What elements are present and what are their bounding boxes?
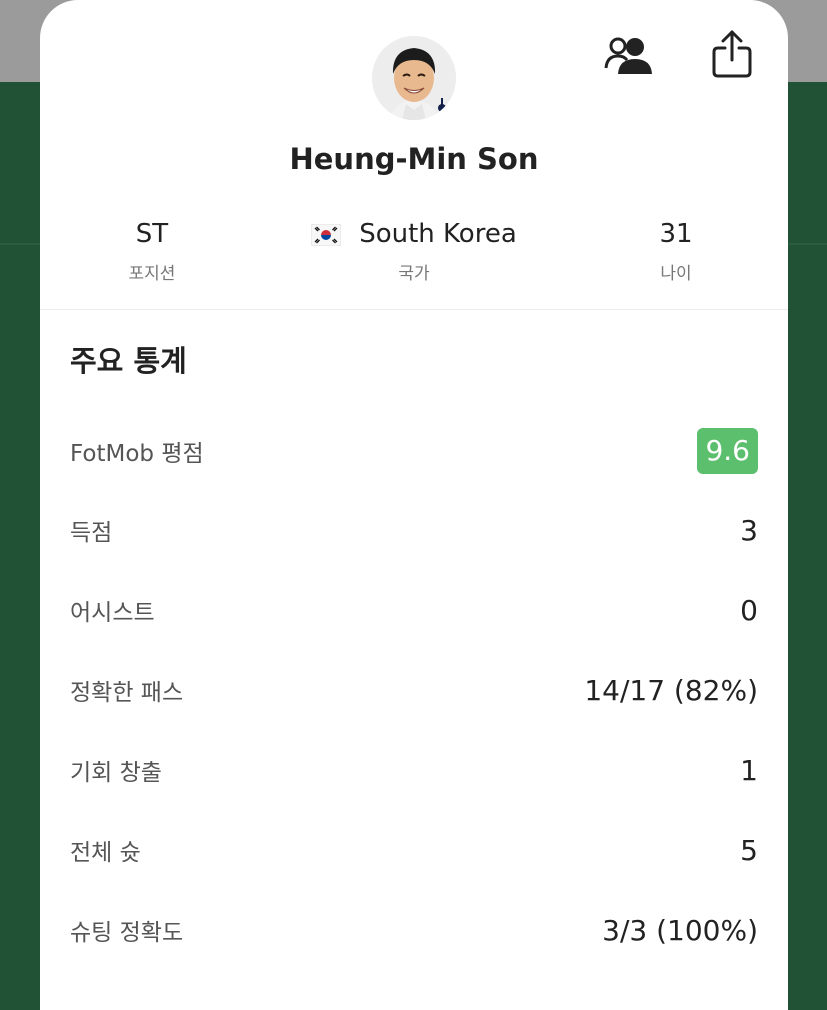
stat-label: 득점 xyxy=(70,520,113,546)
position-value: ST xyxy=(135,219,169,249)
player-avatar[interactable] xyxy=(372,36,456,120)
stat-label: 슈팅 정확도 xyxy=(70,920,184,946)
stat-row-chances-created: 기회 창출 1 xyxy=(70,745,758,795)
position-info: ST 포지션 xyxy=(32,215,272,284)
stat-row-rating: FotMob 평점 9.6 xyxy=(70,426,758,476)
stat-label: FotMob 평점 xyxy=(70,441,204,467)
stat-row-shot-accuracy: 슈팅 정확도 3/3 (100%) xyxy=(70,905,758,955)
age-label: 나이 xyxy=(660,264,692,284)
stat-row-goals: 득점 3 xyxy=(70,505,758,555)
country-value: South Korea xyxy=(359,219,517,249)
country-label: 국가 xyxy=(398,264,430,284)
key-stats-title: 주요 통계 xyxy=(70,344,187,378)
stat-label: 전체 슛 xyxy=(70,840,141,866)
stat-value: 5 xyxy=(740,833,758,867)
stat-value: 3/3 (100%) xyxy=(602,913,758,947)
position-label: 포지션 xyxy=(128,264,176,284)
stat-label: 어시스트 xyxy=(70,600,155,626)
south-korea-flag-icon xyxy=(310,219,342,257)
stat-row-total-shots: 전체 슛 5 xyxy=(70,825,758,875)
country-info: South Korea 국가 xyxy=(294,215,534,284)
age-info: 31 나이 xyxy=(556,215,796,284)
player-bottom-sheet: Heung-Min Son ST 포지션 South Korea 국가 31 나… xyxy=(40,0,788,1010)
person-group-icon[interactable] xyxy=(604,36,654,76)
share-icon[interactable] xyxy=(712,28,752,80)
stat-value: 3 xyxy=(740,513,758,547)
stat-row-assists: 어시스트 0 xyxy=(70,585,758,635)
age-value: 31 xyxy=(659,219,693,249)
rating-badge: 9.6 xyxy=(697,428,758,474)
stat-value: 14/17 (82%) xyxy=(584,673,758,707)
stat-label: 기회 창출 xyxy=(70,760,162,786)
stat-value: 1 xyxy=(740,753,758,787)
stat-label: 정확한 패스 xyxy=(70,680,184,706)
section-divider xyxy=(40,309,788,310)
player-name: Heung-Min Son xyxy=(289,142,539,176)
stat-row-accurate-passes: 정확한 패스 14/17 (82%) xyxy=(70,665,758,715)
stat-value: 0 xyxy=(740,593,758,627)
